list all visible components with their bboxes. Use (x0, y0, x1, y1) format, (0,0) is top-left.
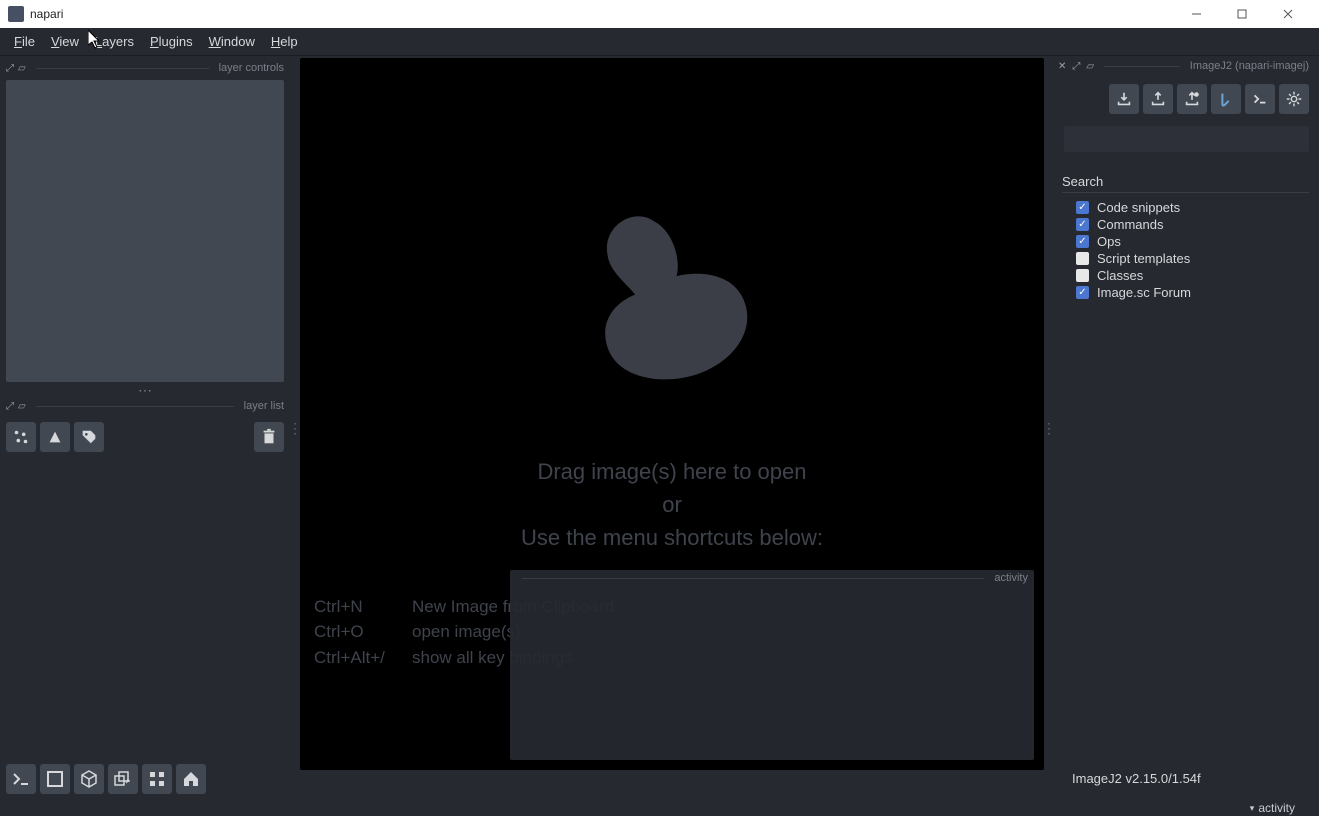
ij-export-button[interactable] (1143, 84, 1173, 114)
statusbar: ▾ activity (0, 800, 1319, 816)
delete-layer-button[interactable] (254, 422, 284, 452)
filter-classes[interactable]: Classes (1058, 267, 1309, 284)
menu-file[interactable]: File (6, 30, 43, 53)
imagej-search-label: Search (1062, 174, 1309, 193)
ij-settings-button[interactable] (1279, 84, 1309, 114)
left-panel: ⤢ ▱ layer controls ⋯ ⤢ ▱ layer list (0, 56, 290, 800)
layer-list-header: ⤢ ▱ layer list (6, 398, 284, 414)
undock-icon[interactable]: ⤢ (6, 63, 14, 74)
dock-collapse-icon[interactable]: ▱ (1086, 61, 1094, 72)
ij-import-button[interactable] (1109, 84, 1139, 114)
menu-window[interactable]: Window (201, 30, 263, 53)
minimize-button[interactable] (1173, 0, 1219, 28)
home-button[interactable] (176, 764, 206, 794)
viewer-canvas[interactable]: Drag image(s) here to open or Use the me… (300, 58, 1044, 770)
activity-title: activity (994, 572, 1028, 584)
window-titlebar: napari (0, 0, 1319, 28)
checkbox-icon: ✓ (1076, 286, 1089, 299)
menubar: File View Layers Plugins Window Help (0, 28, 1319, 56)
checkbox-icon: ✓ (1076, 235, 1089, 248)
imagej-dock-title: ImageJ2 (napari-imagej) (1190, 60, 1309, 72)
filter-ops[interactable]: ✓Ops (1058, 233, 1309, 250)
layer-list-title: layer list (244, 400, 284, 412)
canvas-helper-text: Drag image(s) here to open or Use the me… (521, 455, 823, 554)
menu-plugins[interactable]: Plugins (142, 30, 201, 53)
roll-dims-button[interactable] (108, 764, 138, 794)
new-labels-button[interactable] (74, 422, 104, 452)
new-points-button[interactable] (6, 422, 36, 452)
window-title: napari (30, 7, 63, 21)
checkbox-icon: ✓ (1076, 218, 1089, 231)
panel-splitter-horizontal[interactable]: ⋯ (6, 382, 284, 398)
menu-view[interactable]: View (43, 30, 87, 53)
filter-commands[interactable]: ✓Commands (1058, 216, 1309, 233)
checkbox-icon (1076, 252, 1089, 265)
ij-export-advanced-button[interactable] (1177, 84, 1207, 114)
layer-controls-title: layer controls (219, 62, 284, 74)
filter-script-templates[interactable]: Script templates (1058, 250, 1309, 267)
ij-script-button[interactable] (1245, 84, 1275, 114)
activity-toggle[interactable]: activity (1258, 801, 1295, 815)
grid-button[interactable] (142, 764, 172, 794)
maximize-button[interactable] (1219, 0, 1265, 28)
ndisplay-3d-button[interactable] (74, 764, 104, 794)
imagej-version-label: ImageJ2 v2.15.0/1.54f (1058, 765, 1309, 794)
new-shapes-button[interactable] (40, 422, 70, 452)
collapse-icon[interactable]: ▱ (18, 63, 26, 74)
checkbox-icon: ✓ (1076, 201, 1089, 214)
layer-controls-header: ⤢ ▱ layer controls (6, 60, 284, 76)
console-button[interactable] (6, 764, 36, 794)
imagej-panel: ✕ ⤢ ▱ ImageJ2 (napari-imagej) (1054, 56, 1319, 800)
imagej-toolbar (1058, 84, 1309, 114)
caret-down-icon[interactable]: ▾ (1250, 803, 1255, 814)
imagej-search-input[interactable] (1064, 126, 1309, 152)
collapse-icon[interactable]: ▱ (18, 401, 26, 412)
activity-panel: activity (510, 570, 1034, 760)
checkbox-icon (1076, 269, 1089, 282)
dock-close-icon[interactable]: ✕ (1058, 61, 1066, 72)
menu-layers[interactable]: Layers (87, 30, 142, 53)
panel-splitter-right[interactable]: ⋮ (1044, 56, 1054, 800)
app-icon (8, 6, 24, 22)
filter-code-snippets[interactable]: ✓Code snippets (1058, 199, 1309, 216)
close-button[interactable] (1265, 0, 1311, 28)
layer-controls-panel (6, 80, 284, 382)
ij-gui-button[interactable] (1211, 84, 1241, 114)
napari-logo-icon (557, 175, 787, 405)
menu-help[interactable]: Help (263, 30, 306, 53)
panel-splitter-left[interactable]: ⋮ (290, 56, 300, 800)
dock-undock-icon[interactable]: ⤢ (1072, 61, 1080, 72)
filter-imagesc-forum[interactable]: ✓Image.sc Forum (1058, 284, 1309, 301)
undock-icon[interactable]: ⤢ (6, 401, 14, 412)
ndisplay-2d-button[interactable] (40, 764, 70, 794)
